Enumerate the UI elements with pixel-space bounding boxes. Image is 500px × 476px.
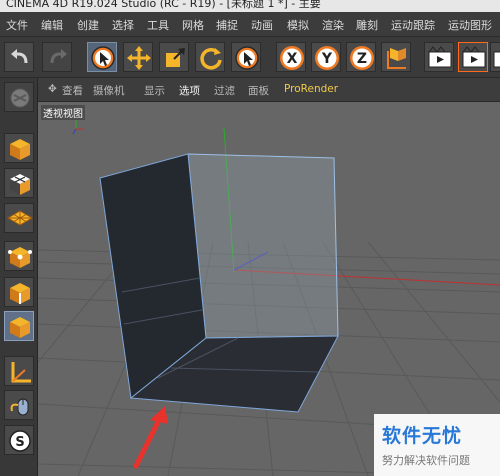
menu-item-simulate[interactable]: 模拟 — [287, 17, 309, 33]
scale-tool-button[interactable] — [159, 42, 189, 72]
mode-sidebar: S — [0, 78, 38, 476]
live-select-icon — [235, 46, 259, 70]
viewport-label: 透视视图 — [41, 105, 85, 120]
tweak-mode-icon — [10, 398, 29, 416]
redo-button[interactable] — [42, 42, 72, 72]
svg-text:S: S — [15, 435, 24, 450]
tweak-mode-button[interactable] — [4, 390, 34, 420]
polygons-mode-button[interactable] — [4, 311, 34, 341]
gizmo-z-icon — [72, 128, 77, 135]
menu-item-file[interactable]: 文件 — [6, 17, 28, 33]
transparent-wall — [187, 153, 339, 339]
select-tool-button[interactable] — [87, 42, 117, 72]
model-mode-icon — [10, 139, 30, 160]
snap-icon: S — [9, 430, 31, 452]
move-tool-button[interactable] — [123, 42, 153, 72]
menu-item-mesh[interactable]: 网格 — [182, 17, 204, 33]
viewport-menu-panel[interactable]: 面板 — [248, 83, 269, 98]
menu-item-sculpt[interactable]: 雕刻 — [356, 17, 378, 33]
polygons-mode-icon — [10, 317, 30, 338]
y-axis-button[interactable]: Y — [311, 42, 341, 72]
coordinate-system-icon — [387, 48, 406, 69]
edges-mode-button[interactable] — [4, 277, 34, 307]
viewport-menu-options[interactable]: 选项 — [179, 83, 200, 98]
texture-mode-button[interactable] — [4, 168, 34, 198]
edges-mode-icon — [10, 283, 30, 304]
window-title: CINEMA 4D R19.024 Studio (RC - R19) - [未… — [6, 0, 321, 10]
rotate-tool-icon — [200, 48, 222, 70]
live-select-button[interactable] — [231, 42, 261, 72]
svg-text:X: X — [287, 51, 298, 67]
rotate-tool-button[interactable] — [195, 42, 225, 72]
viewport-menu-view[interactable]: 查看 — [62, 83, 83, 98]
z-axis-button[interactable]: Z — [346, 42, 376, 72]
axis-mode-icon — [11, 362, 31, 383]
workplane-mode-icon — [7, 210, 33, 226]
render-to-picture-viewer-button[interactable] — [458, 42, 488, 72]
viewport-menu-filter[interactable]: 过滤 — [214, 83, 235, 98]
render-settings-icon — [493, 51, 500, 68]
make-editable-button[interactable] — [4, 82, 34, 112]
undo-icon — [11, 49, 28, 64]
render-view-button[interactable] — [424, 42, 454, 72]
menu-item-edit[interactable]: 编辑 — [41, 17, 63, 33]
viewport-menu-cameras[interactable]: 摄像机 — [93, 83, 125, 98]
red-arrowhead — [150, 406, 168, 424]
y-axis-icon: Y — [315, 46, 339, 70]
redo-icon — [50, 49, 67, 64]
viewport-menu-bar: ✥ 查看 摄像机 显示 选项 过滤 面板 ProRender — [38, 78, 500, 102]
menu-item-motion-tracker[interactable]: 运动跟踪 — [391, 17, 435, 33]
menu-item-tools[interactable]: 工具 — [147, 17, 169, 33]
menu-item-select[interactable]: 选择 — [112, 17, 134, 33]
viewport-nav-icon[interactable]: ✥ — [48, 83, 57, 95]
points-mode-button[interactable] — [4, 241, 34, 271]
x-axis-button[interactable]: X — [276, 42, 306, 72]
render-view-icon — [428, 46, 452, 68]
undo-button[interactable] — [4, 42, 34, 72]
snap-button[interactable]: S — [4, 425, 34, 455]
svg-text:Y: Y — [321, 51, 333, 67]
menu-item-animate[interactable]: 动画 — [251, 17, 273, 33]
menu-item-create[interactable]: 创建 — [77, 17, 99, 33]
render-settings-button[interactable] — [490, 42, 500, 72]
scale-tool-icon — [166, 48, 185, 67]
watermark-title: 软件无忧 — [382, 425, 463, 447]
watermark-subtitle: 努力解决软件问题 — [382, 454, 470, 467]
coordinate-system-button[interactable] — [381, 42, 411, 72]
z-axis-icon: Z — [350, 46, 374, 70]
move-tool-icon — [127, 46, 151, 70]
menu-item-mograph[interactable]: 运动图形 — [448, 17, 492, 33]
viewport-menu-prorender[interactable]: ProRender — [284, 83, 338, 95]
texture-mode-icon — [10, 174, 30, 195]
workplane-mode-button[interactable] — [4, 203, 34, 233]
axis-mode-button[interactable] — [4, 356, 34, 386]
menu-bar: 文件 编辑 创建 选择 工具 网格 捕捉 动画 模拟 渲染 雕刻 运动跟踪 运动… — [0, 12, 500, 37]
menu-item-render[interactable]: 渲染 — [322, 17, 344, 33]
points-mode-icon — [8, 247, 32, 268]
select-tool-icon — [91, 46, 115, 70]
viewport-menu-display[interactable]: 显示 — [144, 83, 165, 98]
watermark: 软件无忧 努力解决软件问题 — [374, 414, 500, 476]
svg-text:Z: Z — [357, 51, 367, 67]
window-title-bar: CINEMA 4D R19.024 Studio (RC - R19) - [未… — [0, 0, 500, 12]
make-editable-icon — [10, 88, 30, 108]
model-mode-button[interactable] — [4, 133, 34, 163]
main-toolbar: X Y Z — [0, 37, 500, 78]
menu-item-snap[interactable]: 捕捉 — [216, 17, 238, 33]
render-to-picture-viewer-icon — [462, 46, 486, 68]
x-axis-icon: X — [280, 46, 304, 70]
